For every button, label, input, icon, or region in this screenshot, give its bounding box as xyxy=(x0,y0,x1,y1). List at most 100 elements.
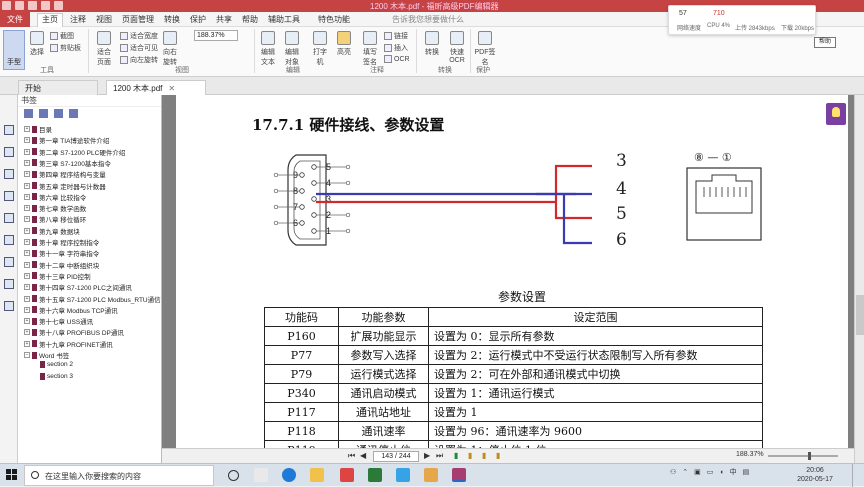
menu-convert[interactable]: 转换 xyxy=(164,14,180,25)
edge-browser-icon[interactable] xyxy=(282,468,296,482)
expand-toggle-icon[interactable]: + xyxy=(24,148,30,155)
ocr-button[interactable]: OCR xyxy=(384,55,410,63)
menu-share[interactable]: 共享 xyxy=(216,14,232,25)
select-button[interactable]: 选择 xyxy=(28,31,46,57)
edit-text-button[interactable]: 编辑文本 xyxy=(258,31,278,67)
battery-icon[interactable]: ▭ xyxy=(707,468,714,476)
clock[interactable]: 20:06 2020-05-17 xyxy=(792,466,838,484)
page-number-input[interactable]: 143 / 244 xyxy=(373,451,419,462)
expand-toggle-icon[interactable]: + xyxy=(24,137,30,144)
expand-toggle-icon[interactable]: − xyxy=(24,352,30,358)
expand-toggle-icon[interactable]: + xyxy=(24,318,30,325)
bookmark-item[interactable]: + 第十六章 Modbus TCP通讯 xyxy=(24,305,118,315)
bookmark-options-icon[interactable] xyxy=(69,109,78,118)
task-view-icon[interactable] xyxy=(228,470,239,481)
thumbnails-icon[interactable] xyxy=(4,147,14,157)
expand-toggle-icon[interactable]: + xyxy=(24,306,30,313)
close-tab-icon[interactable]: ✕ xyxy=(168,84,175,93)
expand-bookmark-icon[interactable] xyxy=(24,109,33,118)
menu-home[interactable]: 主页 xyxy=(37,13,63,27)
menu-help[interactable]: 帮助 xyxy=(242,14,258,25)
bookmark-item[interactable]: + 第八章 移位循环 xyxy=(24,214,86,224)
facing-view-icon[interactable]: ▮ xyxy=(482,451,486,460)
app-icon-red[interactable] xyxy=(340,468,354,482)
bookmark-item[interactable]: + 第十章 程序控制指令 xyxy=(24,237,99,247)
app-icon-blue[interactable] xyxy=(396,468,410,482)
bookmark-item[interactable]: + 第一章 TIA博途软件介绍 xyxy=(24,135,109,145)
delete-bookmark-icon[interactable] xyxy=(54,109,63,118)
bookmark-item[interactable]: + 第十九章 PROFINET通讯 xyxy=(24,339,113,349)
bookmark-item[interactable]: + 第十七章 USS通讯 xyxy=(24,316,93,326)
add-bookmark-icon[interactable] xyxy=(39,109,48,118)
single-page-view-icon[interactable]: ▮ xyxy=(454,451,458,460)
fit-width-button[interactable]: 适合宽度 xyxy=(120,31,158,41)
bookmark-item[interactable]: + 第十二章 中断组织块 xyxy=(24,260,99,270)
menu-view[interactable]: 视图 xyxy=(96,14,112,25)
expand-toggle-icon[interactable]: + xyxy=(24,216,30,223)
bookmark-item[interactable]: + 第三章 S7-1200基本指令 xyxy=(24,158,111,168)
expand-toggle-icon[interactable]: + xyxy=(24,182,30,189)
volume-icon[interactable]: ◖ xyxy=(719,469,723,476)
expand-toggle-icon[interactable]: + xyxy=(24,261,30,268)
menu-page-manage[interactable]: 页面管理 xyxy=(122,14,154,25)
last-page-icon[interactable]: ⏭ xyxy=(436,451,443,461)
bookmark-item[interactable]: + 第七章 数学函数 xyxy=(24,203,86,213)
attachments-icon[interactable] xyxy=(4,213,14,223)
undo-icon[interactable] xyxy=(54,1,63,10)
convert-button[interactable]: 转换 xyxy=(422,31,442,57)
ime-indicator[interactable]: 中 xyxy=(730,467,737,477)
link-button[interactable]: 链接 xyxy=(384,31,408,41)
notification-icon[interactable]: ▤ xyxy=(743,468,750,476)
menu-comment[interactable]: 注释 xyxy=(70,14,86,25)
expand-toggle-icon[interactable]: + xyxy=(24,159,30,166)
bookmark-item[interactable]: + 第四章 程序结构与变量 xyxy=(24,169,106,179)
expand-toggle-icon[interactable]: + xyxy=(24,295,30,302)
taskbar-search-input[interactable]: 在这里输入你要搜索的内容 xyxy=(24,465,214,486)
zoom-slider-handle[interactable] xyxy=(808,452,811,460)
bookmark-item[interactable]: + 第六章 比较指令 xyxy=(24,192,86,202)
document-viewport[interactable]: 17.7.1 硬件接线、参数设置 5 4 3 2 1 9 8 7 6 3 4 5… xyxy=(162,95,854,448)
expand-toggle-icon[interactable]: + xyxy=(24,329,30,336)
scrollbar-thumb[interactable] xyxy=(856,295,864,335)
pdf-sign-button[interactable]: PDF签名 xyxy=(474,31,496,67)
fill-sign-button[interactable]: 填写签名 xyxy=(360,31,380,67)
print-icon[interactable] xyxy=(41,1,50,10)
rotate-left-button[interactable]: 向左旋转 xyxy=(120,55,158,65)
people-icon[interactable]: ⚇ xyxy=(670,468,676,476)
hi-app-icon[interactable] xyxy=(254,468,268,482)
app-icon-green[interactable] xyxy=(368,468,382,482)
windows-start-icon[interactable] xyxy=(6,469,18,481)
expand-toggle-icon[interactable]: + xyxy=(24,205,30,212)
fit-page-button[interactable]: 适合页面 xyxy=(94,31,114,67)
menu-protect[interactable]: 保护 xyxy=(190,14,206,25)
bookmark-item[interactable]: + 第十五章 S7-1200 PLC Modbus_RTU通信 xyxy=(24,294,161,304)
bookmark-item[interactable]: + 第二章 S7-1200 PLC硬件介绍 xyxy=(24,147,125,157)
layers-icon[interactable] xyxy=(4,169,14,179)
bookmark-item[interactable]: + 目录 xyxy=(24,124,52,134)
quick-ocr-button[interactable]: 快速OCR xyxy=(446,31,468,64)
highlight-button[interactable]: 高亮 xyxy=(334,31,354,57)
bookmark-item[interactable]: + 第十八章 PROFIBUS DP通讯 xyxy=(24,327,124,337)
bookmark-item[interactable]: + 第五章 定时器与计数器 xyxy=(24,181,106,191)
zoom-level[interactable]: 188.37% xyxy=(736,451,764,458)
app-icon-orange[interactable] xyxy=(424,468,438,482)
menu-accessibility[interactable]: 辅助工具 xyxy=(268,14,300,25)
menu-features[interactable]: 特色功能 xyxy=(318,14,350,25)
bookmark-item[interactable]: section 2 xyxy=(40,361,73,369)
continuous-facing-view-icon[interactable]: ▮ xyxy=(496,451,500,460)
foxit-pdf-taskbar-icon[interactable] xyxy=(452,468,466,482)
expand-toggle-icon[interactable]: + xyxy=(24,126,30,132)
prev-page-icon[interactable]: ◀ xyxy=(360,451,366,460)
continuous-view-icon[interactable]: ▮ xyxy=(468,451,472,460)
tips-bulb-icon[interactable] xyxy=(826,103,846,125)
bookmark-item[interactable]: + 第十一章 字符串指令 xyxy=(24,248,99,258)
security-icon[interactable] xyxy=(4,235,14,245)
tab-start[interactable]: 开始 xyxy=(18,80,98,95)
typewriter-button[interactable]: 打字机 xyxy=(310,31,330,67)
expand-toggle-icon[interactable]: + xyxy=(24,250,30,257)
expand-toggle-icon[interactable]: + xyxy=(24,272,30,279)
bookmark-item[interactable]: + 第九章 数据块 xyxy=(24,226,80,236)
snapshot-button[interactable]: 截图 xyxy=(50,31,74,41)
expand-toggle-icon[interactable]: + xyxy=(24,284,30,291)
tab-document[interactable]: 1200 木本.pdf ✕ xyxy=(106,80,206,95)
